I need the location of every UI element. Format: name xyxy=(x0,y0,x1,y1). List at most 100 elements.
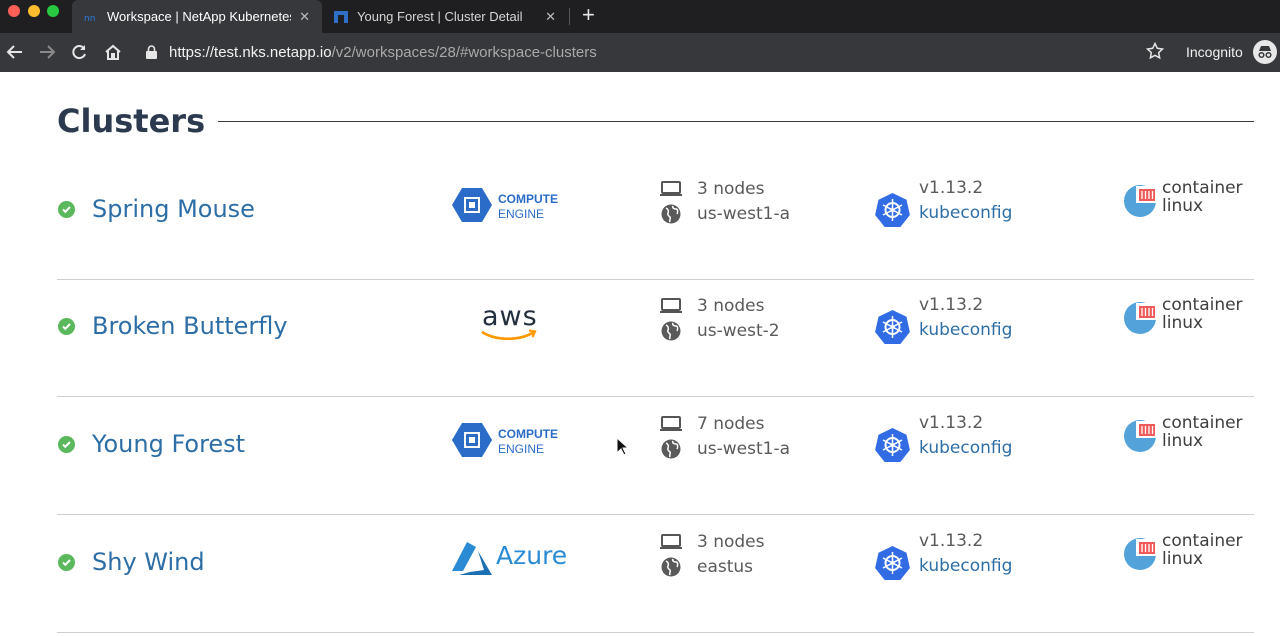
os-line-2: linux xyxy=(1162,549,1204,569)
cluster-row: Young Forest COMPUTE ENGINE 7 nodes us-we… xyxy=(57,397,1254,515)
provider-line-2: ENGINE xyxy=(498,207,545,221)
svg-text:nn: nn xyxy=(84,14,95,24)
status-check-icon xyxy=(58,436,75,453)
cluster-name-link[interactable]: Shy Wind xyxy=(92,548,205,576)
aws-wordmark: aws xyxy=(482,301,538,332)
laptop-icon xyxy=(660,180,682,196)
cluster-name-link[interactable]: Spring Mouse xyxy=(92,195,255,223)
url-path: /v2/workspaces/28/#workspace-clusters xyxy=(331,43,597,61)
mouse-cursor-icon xyxy=(616,437,630,456)
os-line-2: linux xyxy=(1162,313,1204,333)
azure-wordmark: Azure xyxy=(496,541,568,570)
netapp-favicon-icon: nn xyxy=(84,14,95,24)
row-divider xyxy=(57,632,1254,633)
node-count: 3 nodes xyxy=(697,295,765,316)
status-check-icon xyxy=(58,318,75,335)
k8s-version: v1.13.2 xyxy=(919,178,984,198)
container-linux-icon xyxy=(1124,302,1158,334)
tab-separator xyxy=(569,8,570,25)
os-line-2: linux xyxy=(1162,431,1204,451)
tab-young-forest[interactable]: Young Forest | Cluster Detail ✕ xyxy=(322,0,568,33)
new-tab-button[interactable]: + xyxy=(582,3,595,27)
region: us-west-2 xyxy=(697,320,780,341)
close-tab-icon[interactable]: ✕ xyxy=(299,9,310,25)
browser-toolbar: https://test.nks.netapp.io/v2/workspaces… xyxy=(0,33,1280,72)
kubernetes-icon xyxy=(875,310,910,344)
provider-line-1: COMPUTE xyxy=(498,427,558,441)
globe-icon xyxy=(661,557,681,576)
node-count: 7 nodes xyxy=(697,413,765,434)
home-button[interactable] xyxy=(102,41,124,63)
container-linux-icon xyxy=(1124,538,1158,570)
provider-line-1: COMPUTE xyxy=(498,192,558,206)
kubeconfig-link[interactable]: kubeconfig xyxy=(919,201,1012,226)
kubeconfig-link[interactable]: kubeconfig xyxy=(919,554,1012,579)
maximize-window-button[interactable] xyxy=(47,5,59,17)
page-content: Clusters Spring Mouse COMPUTE ENGINE 3 no… xyxy=(0,72,1280,636)
status-check-icon xyxy=(58,554,75,571)
cluster-meta: 3 nodes eastus xyxy=(659,529,819,579)
node-count: 3 nodes xyxy=(697,178,765,199)
forward-arrow-icon xyxy=(40,45,56,59)
os-line-1: container xyxy=(1162,531,1243,551)
compute-engine-icon xyxy=(452,188,492,222)
tab-workspace[interactable]: nn Workspace | NetApp Kubernetes ✕ xyxy=(72,0,322,33)
container-linux-icon xyxy=(1124,420,1158,452)
cluster-row: Broken Butterfly aws 3 nodes us-west-2 v… xyxy=(57,279,1254,397)
container-linux-logo: container linux xyxy=(1123,531,1258,573)
laptop-icon xyxy=(660,415,682,431)
page-title: Clusters xyxy=(57,102,206,140)
kubeconfig-link[interactable]: kubeconfig xyxy=(919,436,1012,461)
os-line-1: container xyxy=(1162,178,1243,198)
region: us-west1-a xyxy=(697,438,791,459)
container-linux-logo: container linux xyxy=(1123,295,1258,337)
container-linux-logo: container linux xyxy=(1123,178,1258,220)
status-check-icon xyxy=(58,201,75,218)
laptop-icon xyxy=(660,297,682,313)
cluster-row: Shy Wind Azure 3 nodes eastus v1.13.2 kub… xyxy=(57,515,1254,633)
os-line-1: container xyxy=(1162,413,1243,433)
close-window-button[interactable] xyxy=(8,5,20,17)
cluster-meta: 7 nodes us-west1-a xyxy=(659,411,819,461)
region: eastus xyxy=(697,556,754,577)
kubernetes-icon xyxy=(875,193,910,227)
kubeconfig-link[interactable]: kubeconfig xyxy=(919,318,1012,343)
cluster-row: Spring Mouse COMPUTE ENGINE 3 nodes us-we… xyxy=(57,162,1254,280)
forward-button[interactable] xyxy=(36,41,58,63)
back-arrow-icon xyxy=(6,45,22,59)
close-tab-icon[interactable]: ✕ xyxy=(545,9,556,25)
k8s-version: v1.13.2 xyxy=(919,295,984,315)
cluster-meta: 3 nodes us-west1-a xyxy=(659,176,819,226)
cluster-name-link[interactable]: Broken Butterfly xyxy=(92,312,288,340)
globe-icon xyxy=(661,439,681,458)
address-bar[interactable]: https://test.nks.netapp.io/v2/workspaces… xyxy=(146,38,1176,66)
browser-tab-bar: nn Workspace | NetApp Kubernetes ✕ Young… xyxy=(0,0,1280,33)
cluster-name-link[interactable]: Young Forest xyxy=(92,430,245,458)
home-icon xyxy=(105,44,121,60)
reload-icon xyxy=(72,45,86,60)
compute-engine-logo: COMPUTE ENGINE xyxy=(450,417,575,462)
heading-divider xyxy=(218,121,1254,122)
compute-engine-icon xyxy=(452,423,492,457)
os-line-2: linux xyxy=(1162,196,1204,216)
azure-logo: Azure xyxy=(450,535,575,580)
compute-engine-logo: COMPUTE ENGINE xyxy=(450,182,575,227)
back-button[interactable] xyxy=(4,41,26,63)
incognito-label: Incognito xyxy=(1186,44,1243,60)
os-line-1: container xyxy=(1162,295,1243,315)
kubernetes-icon xyxy=(875,428,910,462)
url-host: https://test.nks.netapp.io xyxy=(169,43,332,61)
globe-icon xyxy=(661,204,681,223)
aws-smile-icon xyxy=(481,329,537,341)
aws-logo: aws xyxy=(450,299,575,344)
minimize-window-button[interactable] xyxy=(28,5,40,17)
kubernetes-icon xyxy=(875,546,910,580)
reload-button[interactable] xyxy=(68,41,90,63)
globe-icon xyxy=(661,321,681,340)
container-linux-logo: container linux xyxy=(1123,413,1258,455)
incognito-icon[interactable] xyxy=(1253,40,1277,64)
tab-title: Young Forest | Cluster Detail xyxy=(357,9,523,24)
k8s-version: v1.13.2 xyxy=(919,531,984,551)
netapp-favicon-icon xyxy=(334,10,348,23)
bookmark-star-icon[interactable] xyxy=(1145,41,1165,65)
